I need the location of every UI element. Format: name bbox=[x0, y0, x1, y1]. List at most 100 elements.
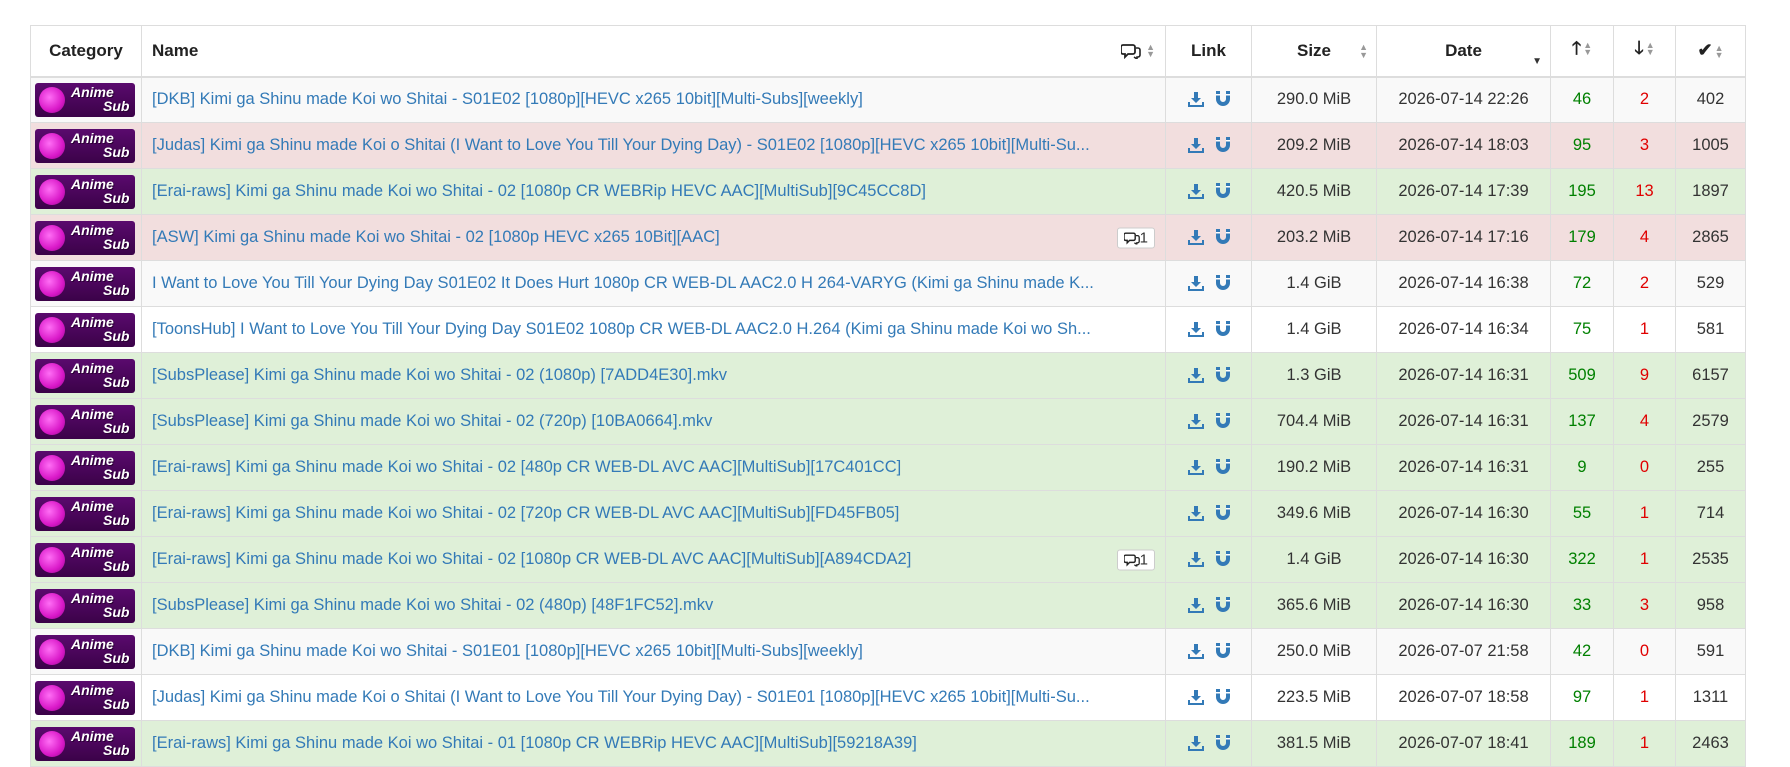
magnet-icon[interactable] bbox=[1215, 643, 1231, 660]
download-icon[interactable] bbox=[1187, 367, 1205, 384]
header-leechers[interactable]: 🡓 ▲ ▼ bbox=[1613, 25, 1676, 78]
category-badge[interactable]: Anime Sub bbox=[35, 542, 135, 577]
leechers-cell: 2 bbox=[1613, 76, 1676, 123]
badge-line2: Sub bbox=[103, 465, 130, 482]
magnet-icon[interactable] bbox=[1215, 91, 1231, 108]
download-icon[interactable] bbox=[1187, 597, 1205, 614]
torrent-link[interactable]: I Want to Love You Till Your Dying Day S… bbox=[152, 274, 1155, 293]
comments-sort[interactable]: ▲ ▼ bbox=[1120, 41, 1155, 61]
category-badge[interactable]: Anime Sub bbox=[35, 128, 135, 163]
download-icon[interactable] bbox=[1187, 183, 1205, 200]
category-badge[interactable]: Anime Sub bbox=[35, 496, 135, 531]
magnet-icon[interactable] bbox=[1215, 505, 1231, 522]
size-cell: 1.3 GiB bbox=[1251, 352, 1377, 399]
category-badge[interactable]: Anime Sub bbox=[35, 266, 135, 301]
category-badge[interactable]: Anime Sub bbox=[35, 450, 135, 485]
category-badge[interactable]: Anime Sub bbox=[35, 82, 135, 117]
comments-button[interactable]: 1 bbox=[1116, 549, 1155, 570]
badge-line1: Anime bbox=[71, 405, 114, 422]
download-icon[interactable] bbox=[1187, 735, 1205, 752]
seeders-cell: 137 bbox=[1550, 398, 1614, 445]
magnet-icon[interactable] bbox=[1215, 275, 1231, 292]
size-cell: 203.2 MiB bbox=[1251, 214, 1377, 261]
leechers-cell: 4 bbox=[1613, 398, 1676, 445]
magnet-icon[interactable] bbox=[1215, 321, 1231, 338]
magnet-icon[interactable] bbox=[1215, 689, 1231, 706]
torrent-link[interactable]: [Erai-raws] Kimi ga Shinu made Koi wo Sh… bbox=[152, 504, 1155, 523]
date-cell: 2026-07-14 16:31 bbox=[1376, 398, 1551, 445]
header-size[interactable]: Size ▲ ▼ bbox=[1251, 25, 1377, 78]
header-date[interactable]: Date ▼ bbox=[1376, 25, 1551, 78]
seeders-cell: 189 bbox=[1550, 720, 1614, 767]
magnet-icon[interactable] bbox=[1215, 551, 1231, 568]
download-icon[interactable] bbox=[1187, 505, 1205, 522]
torrent-link[interactable]: [Erai-raws] Kimi ga Shinu made Koi wo Sh… bbox=[152, 182, 1155, 201]
magnet-icon[interactable] bbox=[1215, 735, 1231, 752]
category-badge[interactable]: Anime Sub bbox=[35, 726, 135, 761]
header-seeders[interactable]: 🡑 ▲ ▼ bbox=[1550, 25, 1614, 78]
torrent-link[interactable]: [SubsPlease] Kimi ga Shinu made Koi wo S… bbox=[152, 596, 1155, 615]
header-link: Link bbox=[1165, 25, 1252, 78]
magnet-icon[interactable] bbox=[1215, 229, 1231, 246]
category-badge[interactable]: Anime Sub bbox=[35, 404, 135, 439]
category-badge[interactable]: Anime Sub bbox=[35, 680, 135, 715]
download-icon[interactable] bbox=[1187, 275, 1205, 292]
magnet-icon[interactable] bbox=[1215, 183, 1231, 200]
table-row: Anime Sub [Erai-raws] Kimi ga Shinu made K… bbox=[30, 536, 1746, 583]
torrent-link[interactable]: [DKB] Kimi ga Shinu made Koi wo Shitai -… bbox=[152, 90, 1155, 109]
download-icon[interactable] bbox=[1187, 643, 1205, 660]
header-date-label: Date bbox=[1445, 40, 1482, 60]
torrent-link[interactable]: [ToonsHub] I Want to Love You Till Your … bbox=[152, 320, 1155, 339]
size-cell: 250.0 MiB bbox=[1251, 628, 1377, 675]
anime-logo-icon bbox=[39, 178, 65, 205]
header-name[interactable]: Name ▲ ▼ bbox=[141, 25, 1166, 78]
date-cell: 2026-07-14 16:31 bbox=[1376, 444, 1551, 491]
magnet-icon[interactable] bbox=[1215, 459, 1231, 476]
download-icon[interactable] bbox=[1187, 321, 1205, 338]
download-icon[interactable] bbox=[1187, 413, 1205, 430]
header-category[interactable]: Category bbox=[30, 25, 142, 78]
table-row: Anime Sub [Erai-raws] Kimi ga Shinu made K… bbox=[30, 490, 1746, 537]
torrent-link[interactable]: [ASW] Kimi ga Shinu made Koi wo Shitai -… bbox=[152, 228, 1107, 247]
badge-line2: Sub bbox=[103, 511, 130, 528]
category-cell: Anime Sub bbox=[30, 628, 142, 675]
arrow-up-icon: 🡑 bbox=[1571, 37, 1582, 58]
size-cell: 704.4 MiB bbox=[1251, 398, 1377, 445]
anime-logo-icon bbox=[39, 454, 65, 481]
category-badge[interactable]: Anime Sub bbox=[35, 174, 135, 209]
badge-line1: Anime bbox=[71, 451, 114, 468]
torrent-link[interactable]: [SubsPlease] Kimi ga Shinu made Koi wo S… bbox=[152, 366, 1155, 385]
comments-icon bbox=[1120, 44, 1142, 61]
torrent-link[interactable]: [Erai-raws] Kimi ga Shinu made Koi wo Sh… bbox=[152, 458, 1155, 477]
download-icon[interactable] bbox=[1187, 229, 1205, 246]
badge-line1: Anime bbox=[71, 635, 114, 652]
magnet-icon[interactable] bbox=[1215, 597, 1231, 614]
name-cell: [Judas] Kimi ga Shinu made Koi o Shitai … bbox=[141, 674, 1166, 721]
name-cell: [Erai-raws] Kimi ga Shinu made Koi wo Sh… bbox=[141, 490, 1166, 537]
download-icon[interactable] bbox=[1187, 459, 1205, 476]
category-badge[interactable]: Anime Sub bbox=[35, 220, 135, 255]
torrent-link[interactable]: [Erai-raws] Kimi ga Shinu made Koi wo Sh… bbox=[152, 734, 1155, 753]
download-icon[interactable] bbox=[1187, 689, 1205, 706]
header-completed[interactable]: ✔ ▲ ▼ bbox=[1675, 25, 1746, 78]
category-badge[interactable]: Anime Sub bbox=[35, 358, 135, 393]
torrent-link[interactable]: [Erai-raws] Kimi ga Shinu made Koi wo Sh… bbox=[152, 550, 1107, 569]
leechers-cell: 4 bbox=[1613, 214, 1676, 261]
magnet-icon[interactable] bbox=[1215, 137, 1231, 154]
size-cell: 209.2 MiB bbox=[1251, 122, 1377, 169]
category-badge[interactable]: Anime Sub bbox=[35, 588, 135, 623]
category-badge[interactable]: Anime Sub bbox=[35, 634, 135, 669]
magnet-icon[interactable] bbox=[1215, 367, 1231, 384]
badge-line2: Sub bbox=[103, 695, 130, 712]
download-icon[interactable] bbox=[1187, 137, 1205, 154]
comments-button[interactable]: 1 bbox=[1116, 227, 1155, 248]
download-icon[interactable] bbox=[1187, 551, 1205, 568]
magnet-icon[interactable] bbox=[1215, 413, 1231, 430]
torrent-link[interactable]: [DKB] Kimi ga Shinu made Koi wo Shitai -… bbox=[152, 642, 1155, 661]
torrent-link[interactable]: [Judas] Kimi ga Shinu made Koi o Shitai … bbox=[152, 136, 1155, 155]
category-cell: Anime Sub bbox=[30, 536, 142, 583]
category-badge[interactable]: Anime Sub bbox=[35, 312, 135, 347]
torrent-link[interactable]: [Judas] Kimi ga Shinu made Koi o Shitai … bbox=[152, 688, 1155, 707]
torrent-link[interactable]: [SubsPlease] Kimi ga Shinu made Koi wo S… bbox=[152, 412, 1155, 431]
download-icon[interactable] bbox=[1187, 91, 1205, 108]
